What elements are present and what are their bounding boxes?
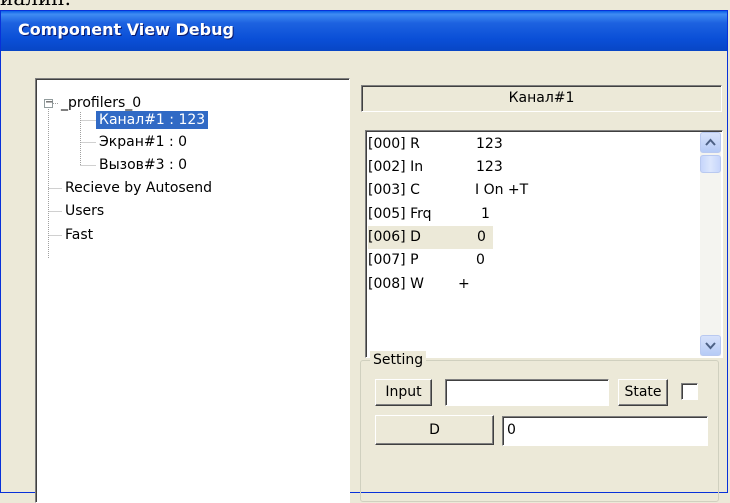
state-checkbox[interactable] (681, 383, 698, 400)
state-button[interactable]: State (618, 379, 668, 406)
input-field[interactable] (445, 379, 609, 406)
profiler-tree[interactable]: − _profilers_0 Канал#1 : 123 Экран#1 : 0… (35, 78, 350, 503)
register-code: [002] In (368, 159, 424, 175)
register-code: [000] R (368, 136, 420, 152)
window-title: Component View Debug (18, 20, 234, 39)
register-listbox[interactable]: [000] R 123 [002] In 123 [003] C I On +T… (365, 130, 723, 358)
register-code: [008] W (368, 276, 424, 292)
tree-item-call[interactable]: Вызов#3 : 0 (99, 156, 187, 174)
collapse-toggle[interactable]: − (44, 97, 54, 108)
input-button[interactable]: Input (375, 379, 432, 406)
register-value: 1 (481, 206, 490, 222)
chevron-down-icon (705, 342, 716, 350)
register-code: [006] D (368, 229, 421, 245)
scroll-up-button[interactable] (700, 132, 721, 153)
list-item-highlighted[interactable]: [006] D 0 (368, 226, 493, 249)
register-value: 0 (476, 252, 485, 268)
tree-item-root[interactable]: _profilers_0 (61, 94, 141, 112)
cropped-top-text: иалин. (0, 0, 71, 10)
register-value: 0 (477, 229, 486, 245)
minus-icon: − (45, 97, 54, 108)
window-content: − _profilers_0 Канал#1 : 123 Экран#1 : 0… (1, 51, 727, 503)
tree-item-users[interactable]: Users (65, 202, 104, 220)
register-code: [007] P (368, 252, 419, 268)
channel-header: Канал#1 (361, 85, 722, 112)
register-code: [003] C (368, 182, 420, 198)
register-value: 123 (476, 159, 503, 175)
component-view-debug-window: Component View Debug − _profilers_0 Кана… (0, 10, 728, 503)
tree-item-fast[interactable]: Fast (65, 226, 93, 244)
tree-item-channel-selected[interactable]: Канал#1 : 123 (96, 111, 209, 129)
register-value: 123 (476, 136, 503, 152)
register-value: I On +T (475, 182, 529, 198)
tree-item-screen[interactable]: Экран#1 : 0 (99, 133, 187, 151)
titlebar[interactable]: Component View Debug (1, 11, 727, 51)
register-code: [005] Frq (368, 206, 432, 222)
setting-legend: Setting (370, 351, 427, 369)
vertical-scrollbar[interactable] (700, 132, 721, 356)
setting-groupbox: Setting Input State D 0 (360, 351, 719, 502)
chevron-up-icon (705, 138, 716, 146)
tree-item-recieve-by-autosend[interactable]: Recieve by Autosend (65, 179, 212, 197)
d-button[interactable]: D (375, 415, 494, 445)
d-value-field[interactable]: 0 (502, 416, 708, 446)
register-value: + (458, 276, 470, 292)
scroll-down-button[interactable] (700, 335, 721, 356)
scroll-thumb[interactable] (700, 155, 721, 173)
